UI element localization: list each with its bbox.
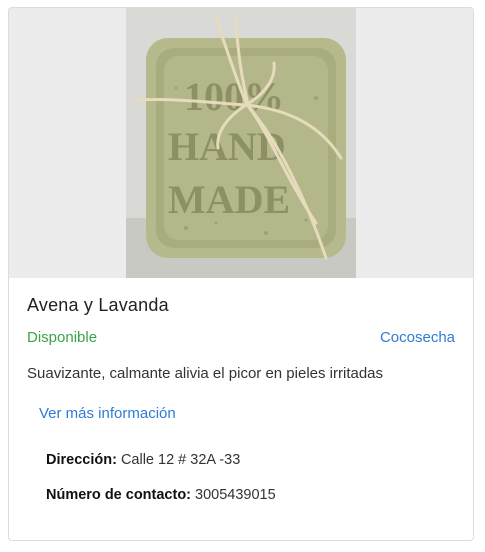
product-image: 100% HAND MADE	[9, 8, 473, 278]
more-info-link[interactable]: Ver más información	[39, 405, 176, 422]
availability-status: Disponible	[27, 329, 98, 346]
address-label: Dirección:	[46, 452, 117, 468]
product-card: 100% HAND MADE Avena y Lavanda Disponibl…	[8, 7, 474, 541]
svg-text:MADE: MADE	[168, 177, 290, 222]
product-title: Avena y Lavanda	[27, 295, 169, 315]
address-value: Calle 12 # 32A -33	[120, 452, 241, 468]
soap-photo: 100% HAND MADE	[126, 8, 356, 278]
address-row: Dirección: Calle 12 # 32A -33	[46, 452, 240, 468]
contact-label: Número de contacto:	[46, 487, 192, 503]
contact-value: 3005439015	[195, 487, 276, 503]
contact-row: Número de contacto: 3005439015	[46, 487, 276, 503]
producer-tag[interactable]: Cocosecha	[380, 329, 455, 346]
product-description: Suavizante, calmante alivia el picor en …	[27, 365, 384, 382]
